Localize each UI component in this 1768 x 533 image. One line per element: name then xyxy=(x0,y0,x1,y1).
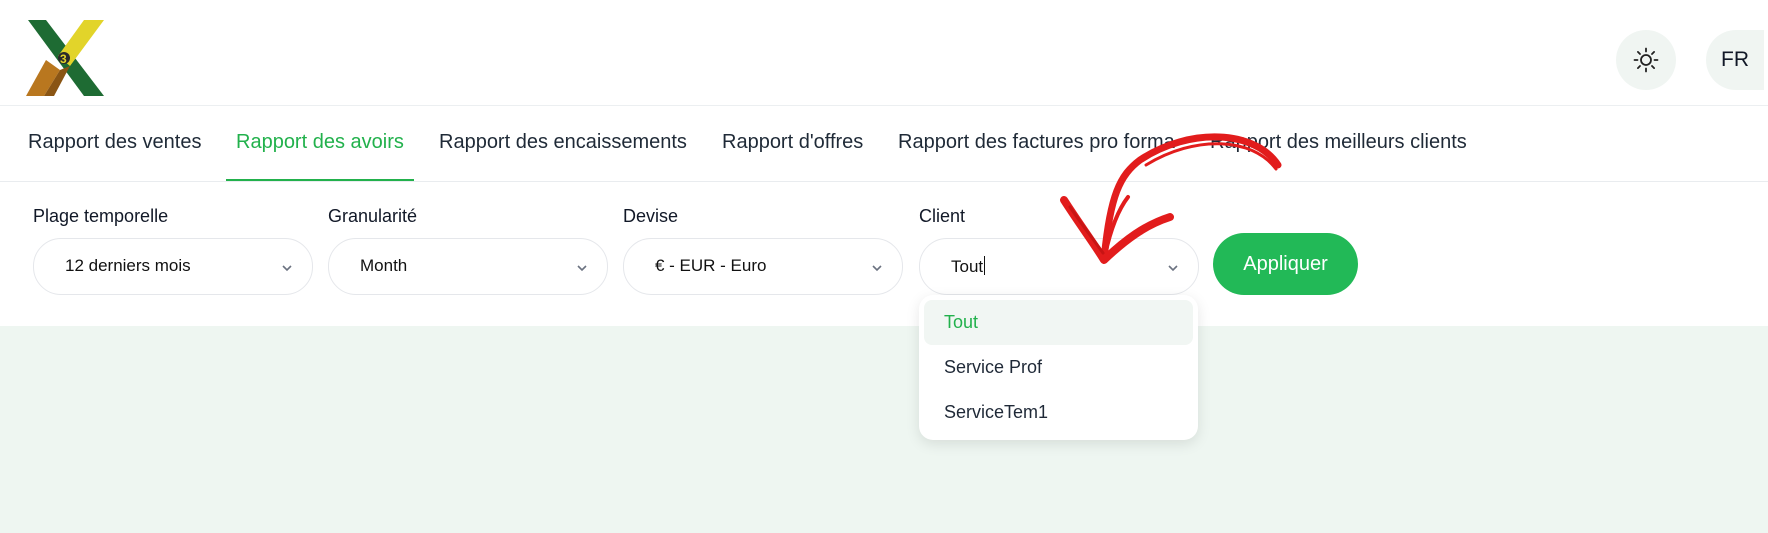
sun-icon xyxy=(1633,47,1659,73)
granularity-select[interactable]: Month xyxy=(328,238,608,295)
granularity-label: Granularité xyxy=(328,206,418,226)
period-label: Plage temporelle xyxy=(33,206,169,226)
granularity-value: Month xyxy=(360,256,408,275)
tab-offers-report[interactable]: Rapport d'offres xyxy=(722,122,863,181)
tab-top-clients-report[interactable]: Rapport des meilleurs clients xyxy=(1210,122,1467,181)
svg-text:3: 3 xyxy=(60,52,67,66)
chevron-down-icon xyxy=(577,265,587,272)
chevron-down-icon xyxy=(1168,265,1178,272)
client-combobox[interactable]: Tout xyxy=(919,238,1199,295)
client-label: Client xyxy=(919,206,966,226)
theme-toggle-button[interactable] xyxy=(1616,30,1676,90)
client-input-text: Tout xyxy=(951,256,986,277)
apply-button[interactable]: Appliquer xyxy=(1213,233,1358,295)
client-option-servicetem1[interactable]: ServiceTem1 xyxy=(924,390,1193,435)
chevron-down-icon xyxy=(872,265,882,272)
tab-collections-report[interactable]: Rapport des encaissements xyxy=(439,122,687,181)
tab-sales-report[interactable]: Rapport des ventes xyxy=(28,122,201,181)
currency-select[interactable]: € - EUR - Euro xyxy=(623,238,903,295)
period-value: 12 derniers mois xyxy=(65,256,191,275)
tab-credit-notes-report[interactable]: Rapport des avoirs xyxy=(226,122,414,181)
currency-value: € - EUR - Euro xyxy=(655,256,767,275)
x-logo-icon[interactable]: 3 xyxy=(24,16,108,100)
text-caret xyxy=(984,256,986,275)
tab-proforma-report[interactable]: Rapport des factures pro forma xyxy=(898,122,1175,181)
chevron-down-icon xyxy=(282,265,292,272)
currency-label: Devise xyxy=(623,206,679,226)
report-content-area xyxy=(0,326,1768,533)
app-header: 3 FR xyxy=(0,0,1768,106)
language-label: FR xyxy=(1721,48,1749,71)
client-value: Tout xyxy=(951,257,984,276)
report-tabs: Rapport des ventes Rapport des avoirs Ra… xyxy=(0,122,1768,182)
client-dropdown-menu: Tout Service Prof ServiceTem1 xyxy=(919,295,1198,440)
client-option-service-prof[interactable]: Service Prof xyxy=(924,345,1193,390)
language-button[interactable]: FR xyxy=(1706,30,1764,90)
client-option-tout[interactable]: Tout xyxy=(924,300,1193,345)
period-select[interactable]: 12 derniers mois xyxy=(33,238,313,295)
